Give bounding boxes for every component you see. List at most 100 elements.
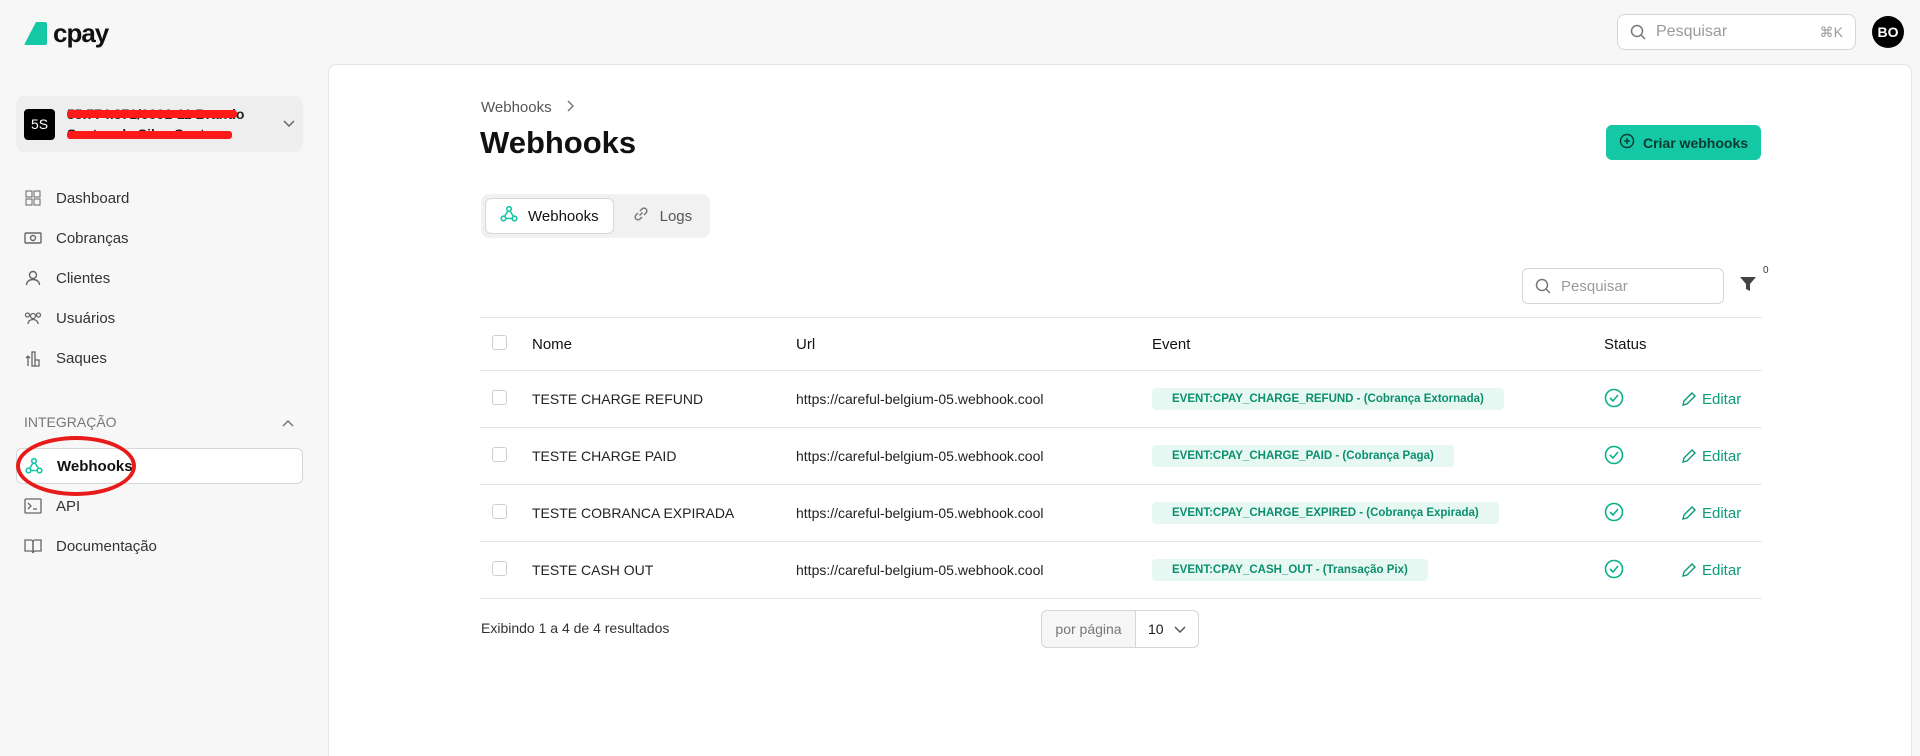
webhook-name: TESTE CASH OUT xyxy=(532,541,796,599)
event-badge: EVENT:CPAY_CHARGE_REFUND - (Cobrança Ext… xyxy=(1152,388,1504,410)
event-badge: EVENT:CPAY_CHARGE_EXPIRED - (Cobrança Ex… xyxy=(1152,502,1499,524)
column-header-url: Url xyxy=(796,317,1152,371)
column-header-event: Event xyxy=(1152,317,1604,371)
create-webhook-label: Criar webhooks xyxy=(1642,134,1749,151)
row-checkbox[interactable] xyxy=(492,561,507,576)
row-checkbox[interactable] xyxy=(492,447,507,462)
sidebar-item-label: Cobranças xyxy=(56,229,129,247)
filter-icon[interactable] xyxy=(1739,275,1757,298)
per-page-value-text: 10 xyxy=(1148,621,1164,637)
edit-button[interactable]: Editar xyxy=(1682,391,1762,408)
webhook-icon xyxy=(500,205,518,227)
tab-bar: Webhooks Logs xyxy=(481,194,711,238)
global-search-input[interactable]: Pesquisar ⌘K xyxy=(1617,14,1856,50)
sidebar-item-clientes[interactable]: Clientes xyxy=(16,260,303,296)
create-webhook-button[interactable]: Criar webhooks xyxy=(1606,125,1761,160)
edit-button[interactable]: Editar xyxy=(1682,448,1762,465)
pencil-icon xyxy=(1682,392,1696,406)
org-name: 55.774.371/0001-11 Brando Santos da Silv… xyxy=(67,104,257,144)
edit-label: Editar xyxy=(1702,447,1742,465)
user-avatar[interactable]: BO xyxy=(1872,16,1904,48)
edit-label: Editar xyxy=(1702,504,1742,522)
sidebar-item-label: Usuários xyxy=(56,309,116,327)
page-title: Webhooks xyxy=(480,125,637,160)
section-label: INTEGRAÇÃO xyxy=(24,414,117,430)
tab-label: Logs xyxy=(659,207,693,225)
check-circle-icon xyxy=(1604,502,1624,525)
terminal-icon xyxy=(24,497,42,515)
plus-circle-icon xyxy=(1619,133,1635,152)
webhook-url: https://careful-belgium-05.webhook.cool xyxy=(796,427,1152,485)
column-header-status: Status xyxy=(1604,317,1682,371)
webhook-name: TESTE COBRANCA EXPIRADA xyxy=(532,484,796,542)
edit-label: Editar xyxy=(1702,390,1742,408)
pencil-icon xyxy=(1682,563,1696,577)
sidebar-item-label: Documentação xyxy=(56,537,157,555)
sidebar-item-label: Saques xyxy=(56,349,107,367)
main-nav: Dashboard Cobranças Clientes Usuários Sa… xyxy=(16,180,303,380)
main-panel: Webhooks Webhooks Criar webhooks Webhook… xyxy=(328,64,1912,756)
chevron-up-icon xyxy=(282,414,294,430)
sidebar-item-cobrancas[interactable]: Cobranças xyxy=(16,220,303,256)
filter-count-badge: 0 xyxy=(1763,265,1769,276)
edit-button[interactable]: Editar xyxy=(1682,562,1762,579)
sidebar: 5S 55.774.371/0001-11 Brando Santos da S… xyxy=(0,64,328,756)
cpay-logo-mark xyxy=(24,22,47,45)
row-checkbox[interactable] xyxy=(492,390,507,405)
pencil-icon xyxy=(1682,449,1696,463)
tab-webhooks[interactable]: Webhooks xyxy=(485,198,614,234)
edit-label: Editar xyxy=(1702,561,1742,579)
brand-name: cpay xyxy=(53,18,109,48)
sidebar-item-label: API xyxy=(56,497,81,515)
breadcrumb: Webhooks xyxy=(481,99,574,116)
redaction-mark xyxy=(67,131,232,139)
event-badge: EVENT:CPAY_CASH_OUT - (Transação Pix) xyxy=(1152,559,1428,581)
section-header-integracao[interactable]: INTEGRAÇÃO xyxy=(24,414,294,430)
per-page-select[interactable]: por página 10 xyxy=(1041,610,1199,648)
webhook-search-input[interactable]: Pesquisar xyxy=(1522,268,1724,304)
search-placeholder: Pesquisar xyxy=(1561,277,1628,295)
tab-label: Webhooks xyxy=(528,207,599,225)
sidebar-item-usuarios[interactable]: Usuários xyxy=(16,300,303,336)
chevron-down-icon xyxy=(1174,621,1186,637)
chevron-down-icon xyxy=(283,117,295,131)
cpay-logo[interactable]: cpay xyxy=(24,18,109,49)
sidebar-item-saques[interactable]: Saques xyxy=(16,340,303,376)
webhooks-table: Nome Url Event Status TESTE CHARGE REFUN… xyxy=(480,317,1762,599)
search-placeholder: Pesquisar xyxy=(1656,23,1728,40)
book-icon xyxy=(24,537,42,555)
check-circle-icon xyxy=(1604,445,1624,468)
select-all-checkbox[interactable] xyxy=(492,334,507,350)
webhook-icon xyxy=(25,457,43,475)
tab-logs[interactable]: Logs xyxy=(618,198,707,234)
table-header-row: Nome Url Event Status xyxy=(480,317,1762,371)
search-icon xyxy=(1535,278,1551,294)
sidebar-item-webhooks[interactable]: Webhooks xyxy=(16,448,303,484)
webhook-url: https://careful-belgium-05.webhook.cool xyxy=(796,484,1152,542)
withdraw-icon xyxy=(24,349,42,367)
event-badge: EVENT:CPAY_CHARGE_PAID - (Cobrança Paga) xyxy=(1152,445,1454,467)
search-icon xyxy=(1630,24,1646,40)
column-header-name: Nome xyxy=(532,317,796,371)
table-row: TESTE CHARGE PAID https://careful-belgiu… xyxy=(480,427,1762,485)
table-row: TESTE COBRANCA EXPIRADA https://careful-… xyxy=(480,484,1762,542)
org-badge: 5S xyxy=(24,108,55,140)
sidebar-item-documentacao[interactable]: Documentação xyxy=(16,528,303,564)
sidebar-item-dashboard[interactable]: Dashboard xyxy=(16,180,303,216)
edit-button[interactable]: Editar xyxy=(1682,505,1762,522)
webhook-url: https://careful-belgium-05.webhook.cool xyxy=(796,370,1152,428)
redaction-mark xyxy=(67,110,237,118)
breadcrumb-item[interactable]: Webhooks xyxy=(481,99,552,116)
check-circle-icon xyxy=(1604,559,1624,582)
link-icon xyxy=(632,205,650,227)
webhook-name: TESTE CHARGE PAID xyxy=(532,427,796,485)
users-icon xyxy=(24,309,42,327)
sidebar-item-api[interactable]: API xyxy=(16,488,303,524)
per-page-value[interactable]: 10 xyxy=(1136,611,1198,647)
org-switcher[interactable]: 5S 55.774.371/0001-11 Brando Santos da S… xyxy=(16,96,303,152)
chevron-right-icon xyxy=(566,99,574,116)
webhook-name: TESTE CHARGE REFUND xyxy=(532,370,796,428)
pencil-icon xyxy=(1682,506,1696,520)
integration-nav: Webhooks API Documentação xyxy=(16,448,303,568)
row-checkbox[interactable] xyxy=(492,504,507,519)
